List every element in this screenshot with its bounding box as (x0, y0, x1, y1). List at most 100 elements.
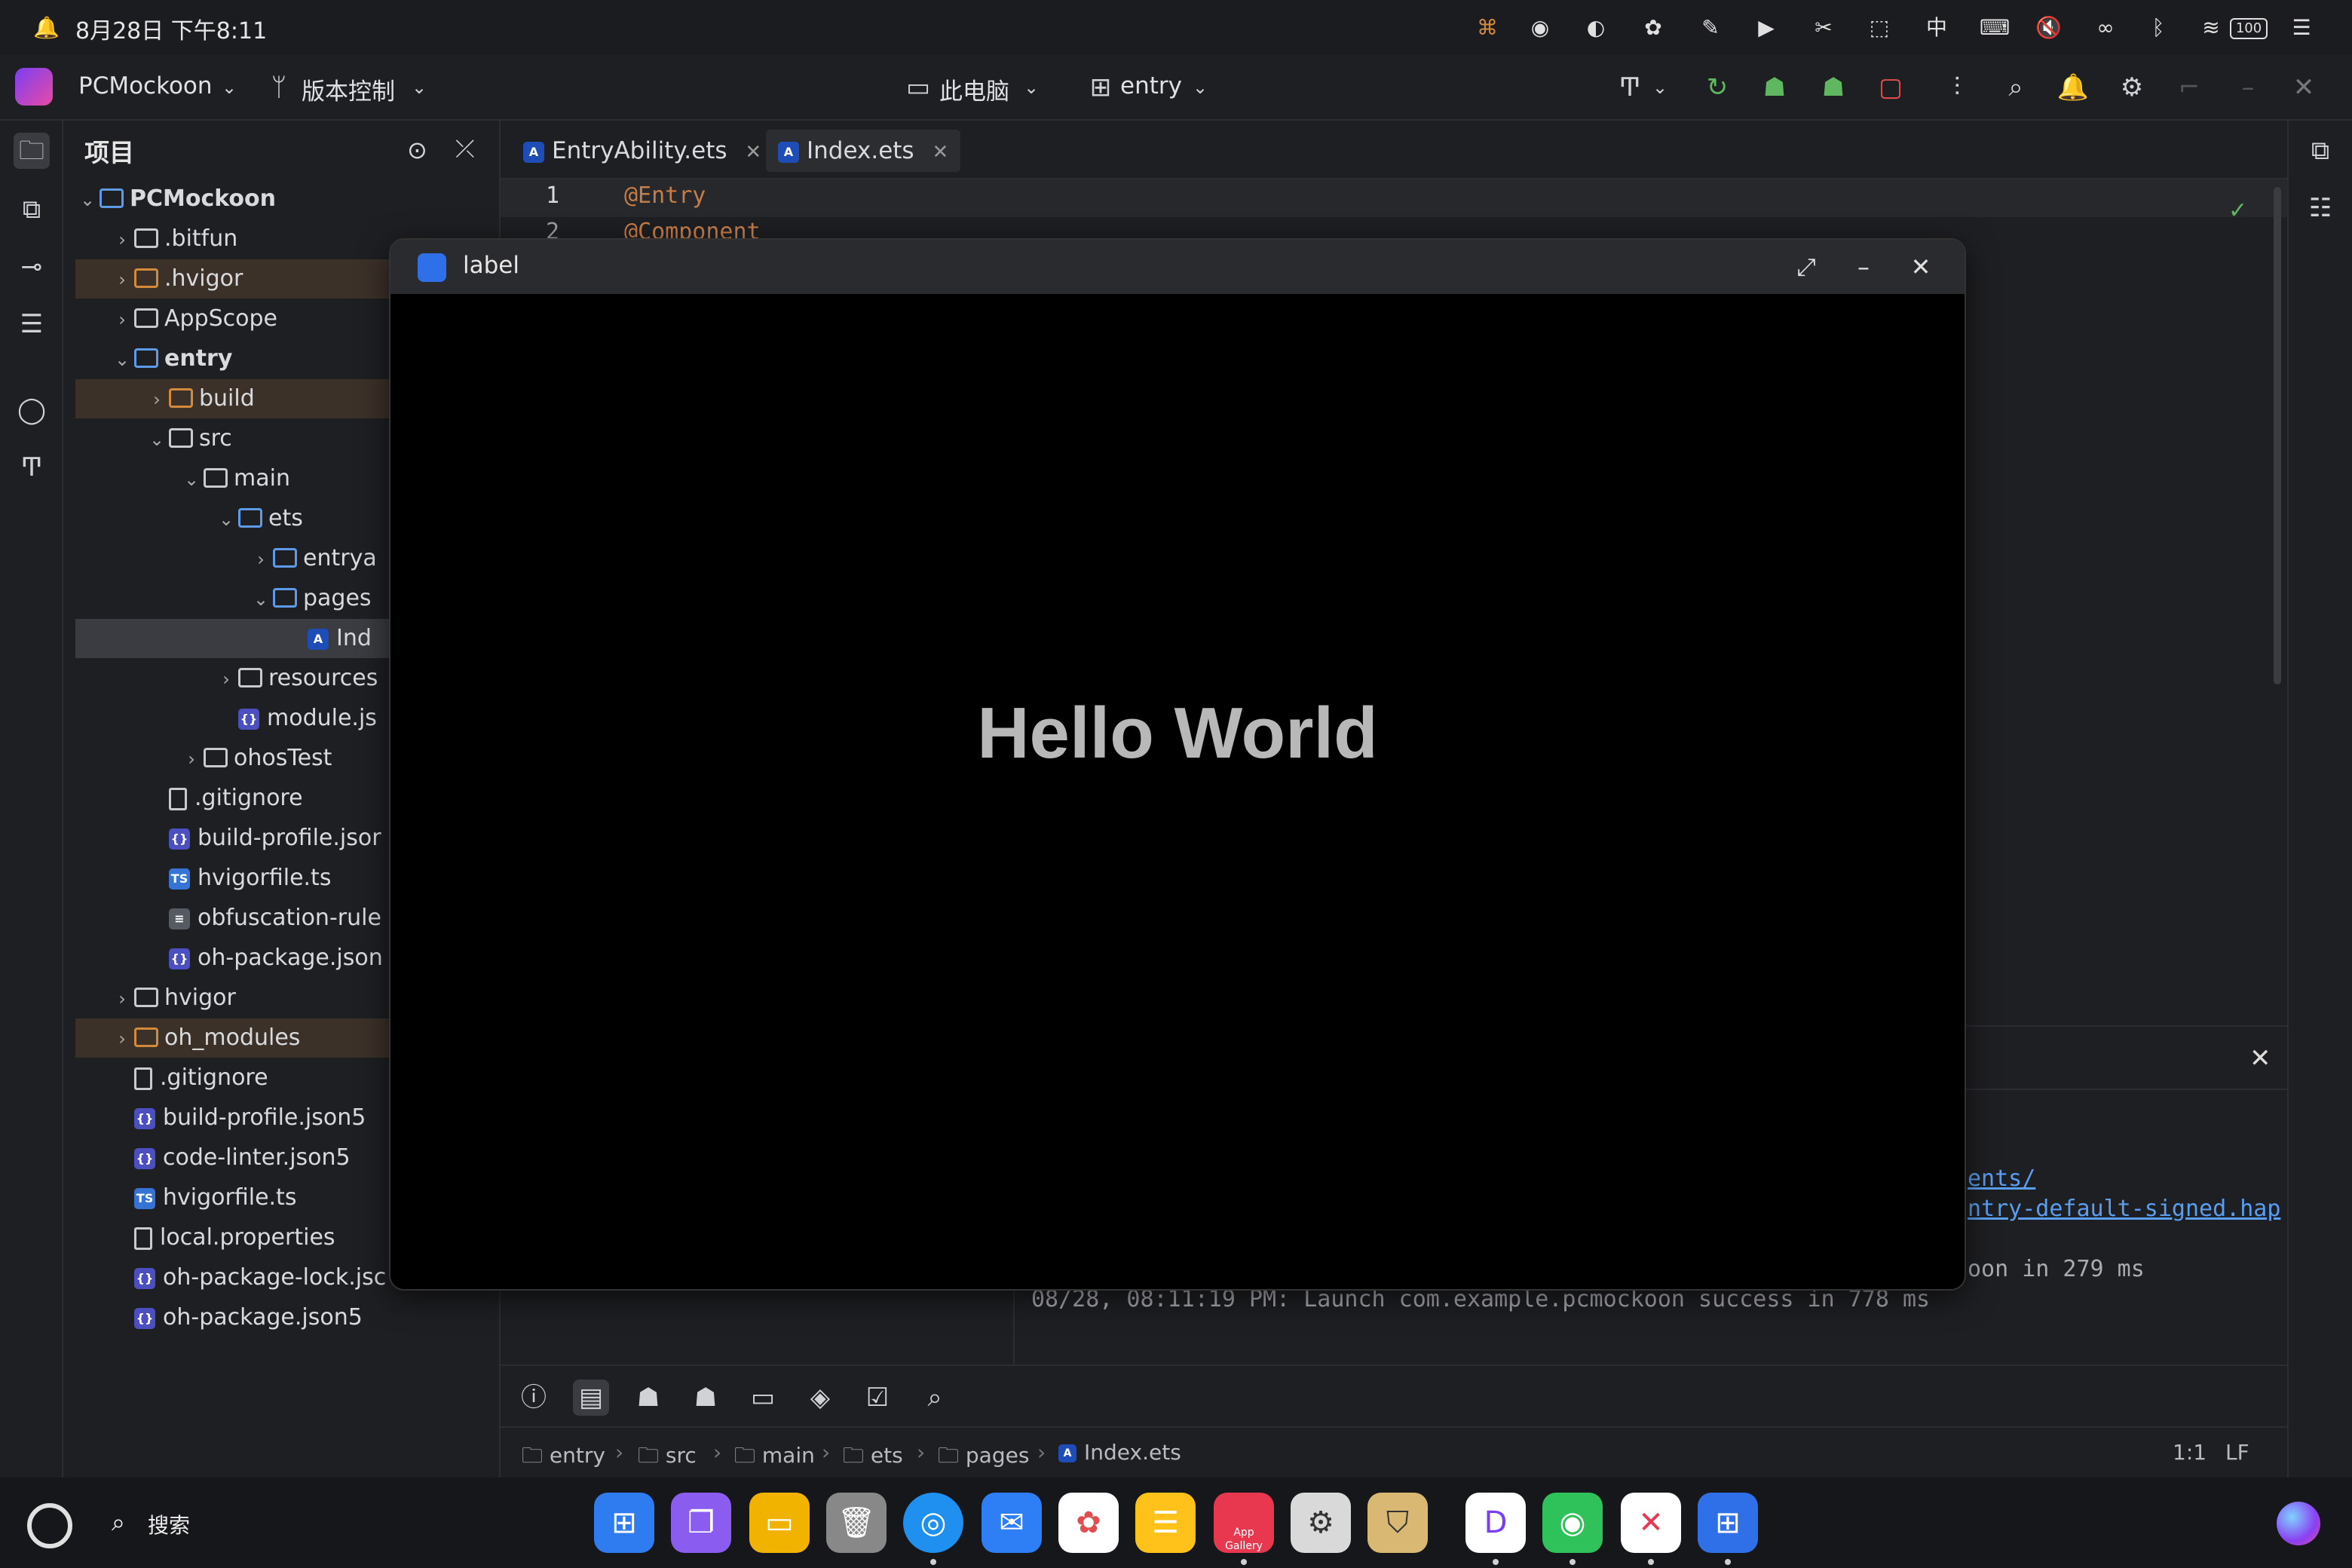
chevron-down-icon[interactable]: ⌄ (403, 71, 436, 104)
search-icon[interactable]: ⌕ (1999, 71, 2032, 104)
settings-icon[interactable]: ⚙ (1291, 1493, 1351, 1553)
collapse-icon[interactable]: ⤫ (455, 134, 475, 164)
output-link[interactable]: ntry-default-signed.hap (1968, 1196, 2280, 1222)
commit-icon[interactable]: ⊸ (14, 249, 50, 285)
app-center-icon[interactable]: ⊞ (594, 1493, 654, 1553)
editor-scrollbar[interactable] (2274, 187, 2281, 684)
wifi-icon[interactable]: ≋ (2198, 15, 2224, 41)
log-search-icon[interactable]: ⌕ (917, 1380, 953, 1416)
terminal-icon[interactable]: ▭ (745, 1380, 781, 1416)
debug-icon[interactable]: ☗ (630, 1380, 666, 1416)
files-icon[interactable]: ▭ (749, 1493, 810, 1553)
tree-item[interactable]: ⌄ PCMockoon (75, 179, 498, 219)
ime-icon[interactable]: 中 (1924, 15, 1949, 41)
build-hammer-icon[interactable]: Ͳ (1613, 71, 1646, 104)
control-center-icon[interactable]: ☰ (2289, 15, 2314, 41)
vcs-menu[interactable]: 版本控制 (302, 72, 395, 106)
problems-icon[interactable]: ⓘ (516, 1380, 552, 1416)
device-selector[interactable]: 此电脑 (939, 72, 1009, 106)
close-tab-icon[interactable]: ✕ (745, 141, 761, 164)
cursor-position[interactable]: 1:1 (2173, 1440, 2207, 1465)
security-icon[interactable]: ⛉ (1367, 1493, 1428, 1553)
notification-bell-icon[interactable]: 🔔 (2056, 71, 2090, 104)
mute-icon[interactable]: 🔇 (2035, 15, 2062, 41)
settings-gear-icon[interactable]: ⚙ (2115, 71, 2148, 104)
close-icon[interactable]: ✕ (1904, 250, 1937, 283)
preview-app-icon[interactable]: ⊞ (1698, 1493, 1758, 1553)
chevron-down-icon[interactable]: ⌄ (1015, 71, 1048, 104)
tree-item[interactable]: {} oh-package.json5 (75, 1298, 498, 1337)
project-switcher[interactable]: PCMockoon (78, 72, 213, 100)
project-view-icon[interactable]: 🗀 (14, 133, 50, 169)
breadcrumb-item[interactable]: 🗀 src (638, 1440, 697, 1476)
profiler-icon[interactable]: ☗ (688, 1380, 724, 1416)
line-ending[interactable]: LF (2225, 1440, 2249, 1465)
notes-icon[interactable]: ☰ (1135, 1493, 1196, 1553)
stop-icon[interactable]: ▢ (1874, 71, 1907, 104)
search-icon[interactable]: ⌕ (112, 1508, 125, 1537)
tab-entryability[interactable]: A EntryAbility.ets ✕ (511, 130, 773, 172)
browser-icon[interactable]: ◎ (903, 1493, 963, 1553)
maximize-icon[interactable]: ⤢ (1790, 250, 1823, 283)
photos-icon[interactable]: ✿ (1058, 1493, 1119, 1553)
tab-index[interactable]: A Index.ets ✕ (766, 130, 961, 172)
output-link[interactable]: ents/ (1968, 1165, 2035, 1192)
settings-sliders-icon[interactable]: ⫶ (1940, 71, 1974, 104)
run-window-icon[interactable]: ▤ (573, 1380, 609, 1416)
deveco-icon[interactable]: ◐ (1583, 15, 1609, 41)
chevron-down-icon[interactable]: ⌄ (213, 71, 246, 104)
chevron-down-icon[interactable]: ⌄ (1643, 71, 1677, 104)
wechat-icon[interactable]: ◉ (1527, 15, 1553, 41)
device-preview-icon[interactable]: ⧉ (2302, 133, 2338, 169)
link-icon[interactable]: ∞ (2093, 15, 2118, 41)
minimize-icon[interactable]: – (1847, 250, 1880, 283)
breadcrumb-item[interactable]: A Index.ets (1058, 1440, 1181, 1465)
close-icon[interactable]: ✕ (2287, 71, 2320, 104)
mail-icon[interactable]: ✉ (982, 1493, 1042, 1553)
xmind-icon[interactable]: ✕ (1621, 1493, 1681, 1553)
module-selector[interactable]: entry (1120, 72, 1182, 100)
close-tab-icon[interactable]: ✕ (932, 141, 948, 164)
restore-icon[interactable]: ⌐ (2173, 71, 2206, 104)
taskbar-search[interactable]: 搜索 (148, 1509, 190, 1539)
json-file-icon: {} (134, 1107, 155, 1129)
locate-icon[interactable]: ⊙ (407, 136, 427, 164)
todo-icon[interactable]: ☑ (859, 1380, 896, 1416)
close-panel-icon[interactable]: ✕ (2249, 1043, 2271, 1073)
attach-debugger-icon[interactable]: ☗ (1817, 71, 1850, 104)
bell-icon[interactable]: 🔔 (33, 15, 60, 41)
breadcrumb-item[interactable]: 🗀 pages (938, 1440, 1029, 1476)
settings-plus-icon[interactable]: ✿ (1640, 15, 1666, 41)
appgallery-icon[interactable]: App Gallery (1214, 1493, 1274, 1553)
arkui-icon[interactable]: ◯ (14, 392, 50, 428)
check-icon: ✓ (2228, 198, 2248, 224)
git-icon[interactable]: ◈ (802, 1380, 838, 1416)
start-icon[interactable] (27, 1503, 72, 1548)
breadcrumb-item[interactable]: 🗀 main (734, 1440, 815, 1476)
app-icon[interactable]: ⌘ (1475, 15, 1500, 41)
chevron-down-icon[interactable]: ⌄ (1184, 71, 1217, 104)
build-tools-icon[interactable]: Ͳ (14, 449, 50, 485)
screenshot-icon[interactable]: ⬚ (1867, 15, 1892, 41)
scissors-icon[interactable]: ✂ (1811, 15, 1836, 41)
keyboard-icon[interactable]: ⌨ (1980, 15, 2010, 41)
bluetooth-icon[interactable]: ᛒ (2145, 15, 2171, 41)
branch-icon[interactable]: ᛘ (262, 71, 296, 104)
breadcrumb-item[interactable]: 🗀 ets (843, 1440, 903, 1476)
trash-icon[interactable]: 🗑 (826, 1493, 887, 1553)
minimize-icon[interactable]: – (2231, 71, 2265, 104)
plugins-icon[interactable]: ⧉ (14, 191, 50, 228)
code-line[interactable]: @Entry (624, 182, 706, 209)
deveco-studio-icon[interactable]: D (1465, 1493, 1526, 1553)
video-icon[interactable]: ▶ (1753, 15, 1779, 41)
debug-icon[interactable]: ☗ (1758, 71, 1791, 104)
window-titlebar[interactable]: label ⤢ – ✕ (390, 240, 1965, 294)
assistant-icon[interactable] (2277, 1502, 2320, 1545)
multitask-icon[interactable]: ❐ (671, 1493, 731, 1553)
breadcrumb-item[interactable]: 🗀 entry (522, 1440, 605, 1476)
wechat-icon[interactable]: ◉ (1542, 1493, 1603, 1553)
notifications-panel-icon[interactable]: ☷ (2302, 190, 2338, 226)
run-icon[interactable]: ↻ (1701, 71, 1734, 104)
note-icon[interactable]: ✎ (1698, 15, 1723, 41)
search-structure-icon[interactable]: ☰ (14, 306, 50, 342)
